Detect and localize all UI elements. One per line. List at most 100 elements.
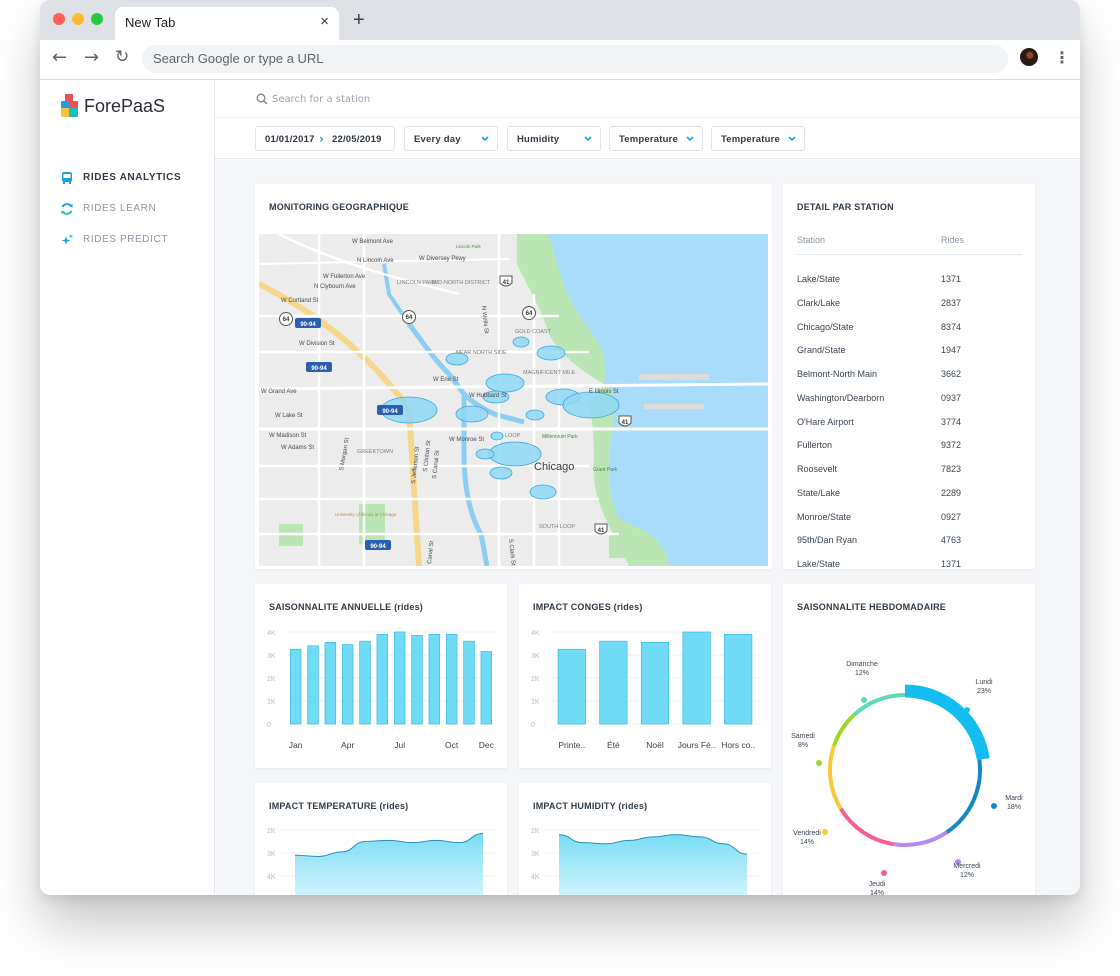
weekly-donut-chart[interactable]: Lundi 23% Mardi 18% Mercredi 12% Jeudi 14% Vendr… [783,620,1035,895]
reload-icon[interactable]: ↻ [115,47,129,67]
new-tab-button[interactable]: + [353,9,365,32]
route-shield-icon: 41 [618,415,632,427]
table-row[interactable]: Grand/State 1947 [797,345,1022,361]
map-label: W Fullerton Ave [323,274,366,280]
map-label: W Division St [299,341,335,347]
humidity-dropdown[interactable]: Humidity [507,126,601,151]
bar [428,633,441,725]
station-rides: 8374 [941,322,962,332]
chevron-down-icon [788,136,796,142]
table-row[interactable]: Chicago/State 8374 [797,322,1022,338]
back-arrow-icon[interactable]: ← [52,47,67,68]
maximize-window-button[interactable] [91,13,103,25]
close-window-button[interactable] [53,13,65,25]
map-label: W Belmont Ave [352,239,394,245]
table-row[interactable]: O'Hare Airport 3774 [797,417,1022,433]
table-row[interactable]: Belmont-North Main 3662 [797,369,1022,385]
station-rides: 3662 [941,369,962,379]
map-label: University of Illinois at Chicago [335,512,397,517]
filter-header: Search for a station 01/01/2017 › 22/05/… [215,80,1080,159]
sidebar-item-label: RIDES PREDICT [83,234,169,245]
city-map[interactable]: W Belmont Ave W Diversey Pkwy N Lincoln … [259,234,768,566]
map-label: Millennium Park [542,434,578,440]
station-search[interactable]: Search for a station [215,80,1080,118]
holiday-bar-chart[interactable]: 0 1K 2K 3K 4K Printe.. Été Noël Jours Fé.. Hors c… [519,620,771,760]
x-tick-label: Apr [341,740,354,750]
slice-value: 12% [960,872,974,879]
route-shield-icon: 64 [279,312,293,326]
forepaas-logo-icon [61,94,78,117]
temperature-dropdown-2[interactable]: Temperature [711,126,805,151]
brand-name: ForePaaS [84,96,166,116]
map-label: Lincoln Park [456,244,482,249]
address-bar[interactable]: Search Google or type a URL [142,45,1008,73]
sidebar-item-rides-learn[interactable]: RIDES LEARN [60,201,210,221]
tab-title: New Tab [125,15,176,30]
table-row[interactable]: Lake/State 1371 [797,274,1022,290]
annual-bar-chart[interactable]: 0 1K 2K 3K 4K Jan Apr Jul Oct Dec [255,620,507,760]
sparkle-icon [61,234,74,245]
card-title: IMPACT TEMPERATURE (rides) [269,801,409,811]
shield-label: 90-94 [300,322,316,328]
map-label: N Lincoln Ave [357,258,394,264]
sidebar-item-rides-analytics[interactable]: RIDES ANALYTICS [60,170,210,190]
humidity-area-chart[interactable]: 2K 3K 4K [519,819,771,895]
profile-avatar[interactable] [1020,48,1038,66]
x-tick-label: Printe.. [558,740,585,750]
browser-tab[interactable]: New Tab × [115,7,339,40]
table-row[interactable]: Lake/State 1371 [797,559,1022,569]
map-label: NEAR NORTH SIDE [456,350,507,356]
table-row[interactable]: Clark/Lake 2837 [797,298,1022,314]
frequency-value: Every day [414,134,461,145]
temperature-dropdown[interactable]: Temperature [609,126,703,151]
table-row[interactable]: Fullerton 9372 [797,440,1022,456]
table-row[interactable]: 95th/Dan Ryan 4763 [797,535,1022,551]
card-title: DETAIL PAR STATION [797,202,894,212]
bar [480,651,493,725]
date-from: 01/01/2017 [265,134,315,145]
station-rides: 1947 [941,345,962,355]
sidebar-item-rides-predict[interactable]: RIDES PREDICT [60,232,210,252]
station-rides: 9372 [941,440,962,450]
y-tick-label: 3K [267,851,276,858]
forward-arrow-icon[interactable]: → [84,47,99,68]
tab-close-icon[interactable]: × [320,13,329,30]
donut-slice [893,830,948,847]
browser-toolbar: ← → ↻ Search Google or type a URL ⋮ [40,40,1080,80]
slice-value: 14% [800,839,814,846]
card-title: MONITORING GEOGRAPHIQUE [269,202,409,212]
shield-label: 90-94 [370,544,386,550]
date-range-picker[interactable]: 01/01/2017 › 22/05/2019 [255,126,395,151]
y-tick-label: 0 [531,722,535,729]
search-input[interactable]: Search for a station [272,94,370,105]
chevron-down-icon [686,136,694,142]
map-label: W Grand Ave [261,389,297,395]
station-name: Fullerton [797,440,833,450]
column-header-station: Station [797,235,826,245]
slice-label: Mercredi [953,863,981,870]
table-row[interactable]: Monroe/State 0927 [797,512,1022,528]
frequency-dropdown[interactable]: Every day [404,126,498,151]
kebab-menu-icon[interactable]: ⋮ [1054,48,1070,67]
temperature-area-chart[interactable]: 2K 3K 4K [255,819,507,895]
x-tick-label: Été [607,740,620,750]
x-tick-label: Hors co.. [721,740,755,750]
map-label: GREEKTOWN [357,449,393,455]
shield-label: 41 [503,280,510,286]
x-tick-label: Oct [445,740,459,750]
station-name: State/Lake [797,488,841,498]
map-label: W Erie St [433,377,459,383]
search-icon [256,93,268,105]
brand-logo[interactable]: ForePaaS [60,94,165,122]
table-row[interactable]: Washington/Dearborn 0937 [797,393,1022,409]
legend-dot [822,829,828,835]
table-row[interactable]: Roosevelt 7823 [797,464,1022,480]
station-name: Lake/State [797,559,841,569]
slice-value: 23% [977,688,991,695]
map-label: W Diversey Pkwy [419,256,466,262]
card-title: SAISONNALITE ANNUELLE (rides) [269,602,423,612]
map-label: W Cortland St [281,298,319,304]
slice-value: 14% [870,890,884,895]
minimize-window-button[interactable] [72,13,84,25]
table-row[interactable]: State/Lake 2289 [797,488,1022,504]
